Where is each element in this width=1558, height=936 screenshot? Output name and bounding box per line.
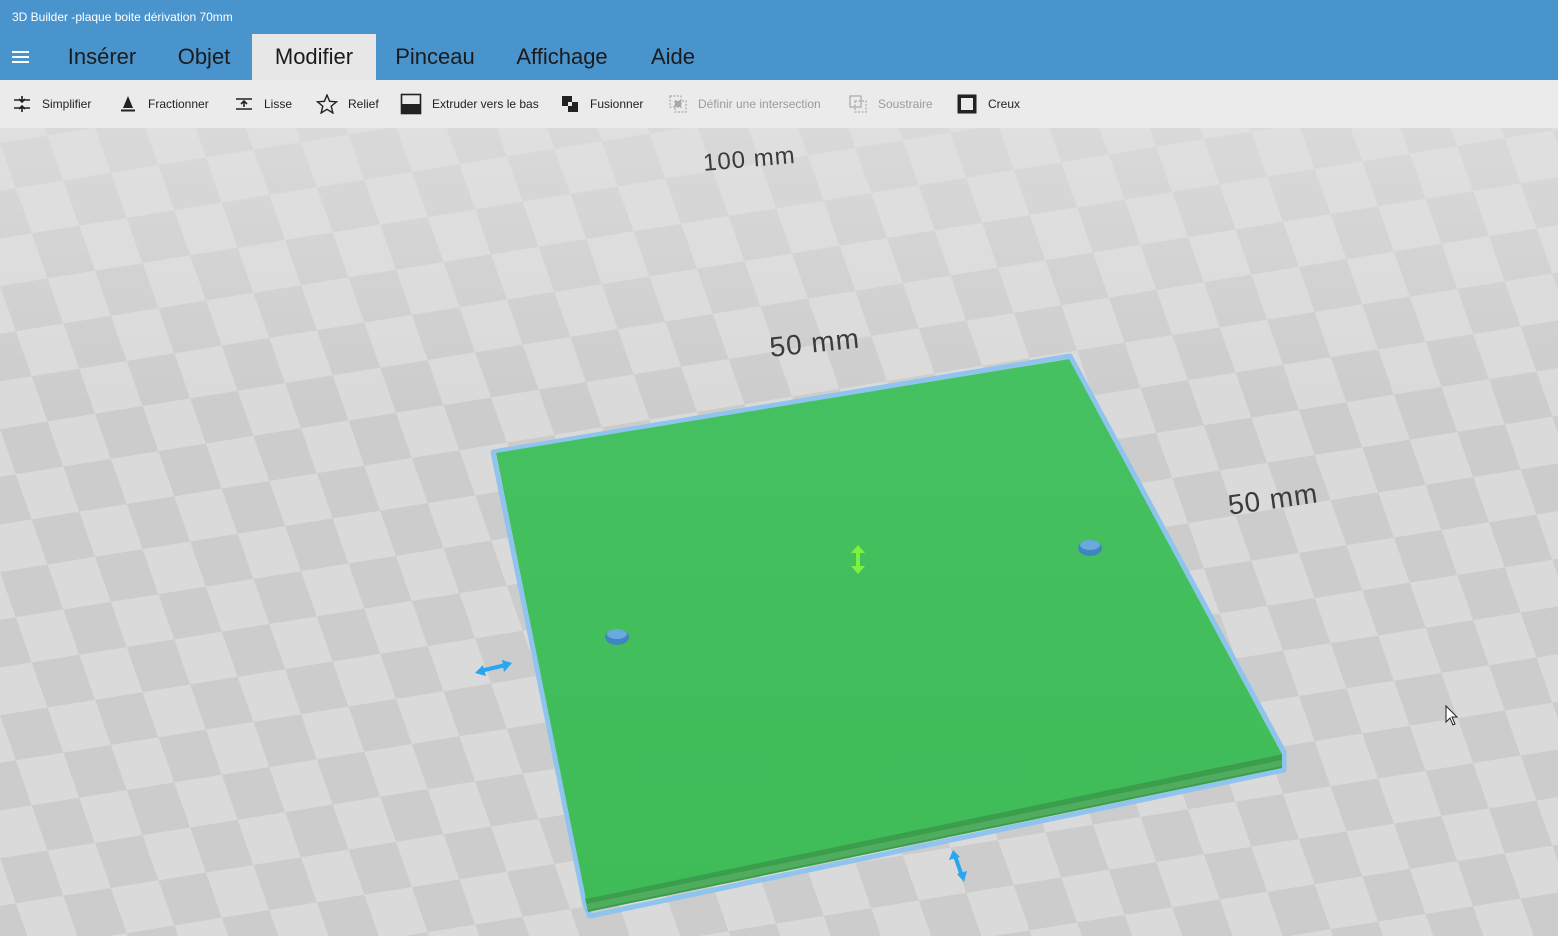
hollow-button[interactable]: Creux — [956, 80, 1020, 128]
toolbar: Simplifier Fractionner Lisse Relief Extr… — [0, 80, 1558, 128]
smooth-button[interactable]: Lisse — [234, 80, 292, 128]
simplify-label: Simplifier — [42, 97, 92, 111]
window-title: 3D Builder -plaque boite dérivation 70mm — [12, 10, 233, 24]
tab-modifier[interactable]: Modifier — [252, 34, 376, 80]
split-icon — [121, 96, 135, 112]
split-button[interactable]: Fractionner — [118, 80, 209, 128]
subtract-icon — [849, 95, 867, 113]
smooth-label: Lisse — [264, 97, 293, 111]
tab-pinceau[interactable]: Pinceau — [384, 34, 486, 80]
hamburger-menu-icon[interactable] — [12, 48, 32, 66]
extrude-down-icon — [400, 93, 422, 115]
tab-objet[interactable]: Objet — [160, 34, 248, 80]
menu-bar: Insérer Objet Modifier Pinceau Affichage… — [0, 34, 1558, 80]
subtract-button[interactable]: Soustraire — [848, 80, 933, 128]
tab-affichage[interactable]: Affichage — [500, 34, 624, 80]
hollow-icon — [957, 94, 977, 114]
simplify-icon — [14, 96, 30, 112]
star-icon — [316, 94, 338, 114]
tab-aide[interactable]: Aide — [638, 34, 708, 80]
merge-icon — [562, 96, 578, 112]
relief-button[interactable]: Relief — [316, 80, 379, 128]
intersect-button[interactable]: Définir une intersection — [668, 80, 821, 128]
extrude-down-label: Extruder vers le bas — [432, 97, 539, 111]
intersect-icon — [669, 95, 687, 113]
merge-label: Fusionner — [590, 97, 644, 111]
screw-hole-left — [605, 629, 629, 645]
extrude-down-button[interactable]: Extruder vers le bas — [400, 80, 539, 128]
subtract-label: Soustraire — [878, 97, 933, 111]
split-label: Fractionner — [148, 97, 209, 111]
smooth-icon — [236, 98, 252, 110]
hollow-label: Creux — [988, 97, 1021, 111]
merge-button[interactable]: Fusionner — [560, 80, 643, 128]
simplify-button[interactable]: Simplifier — [12, 80, 91, 128]
tab-inserer[interactable]: Insérer — [52, 34, 152, 80]
title-bar: 3D Builder -plaque boite dérivation 70mm — [0, 0, 1558, 34]
viewport-scene — [0, 128, 1558, 936]
intersect-label: Définir une intersection — [698, 97, 821, 111]
screw-hole-right — [1078, 540, 1102, 556]
3d-viewport[interactable]: 100 mm 50 mm 50 mm — [0, 128, 1558, 936]
relief-label: Relief — [348, 97, 379, 111]
